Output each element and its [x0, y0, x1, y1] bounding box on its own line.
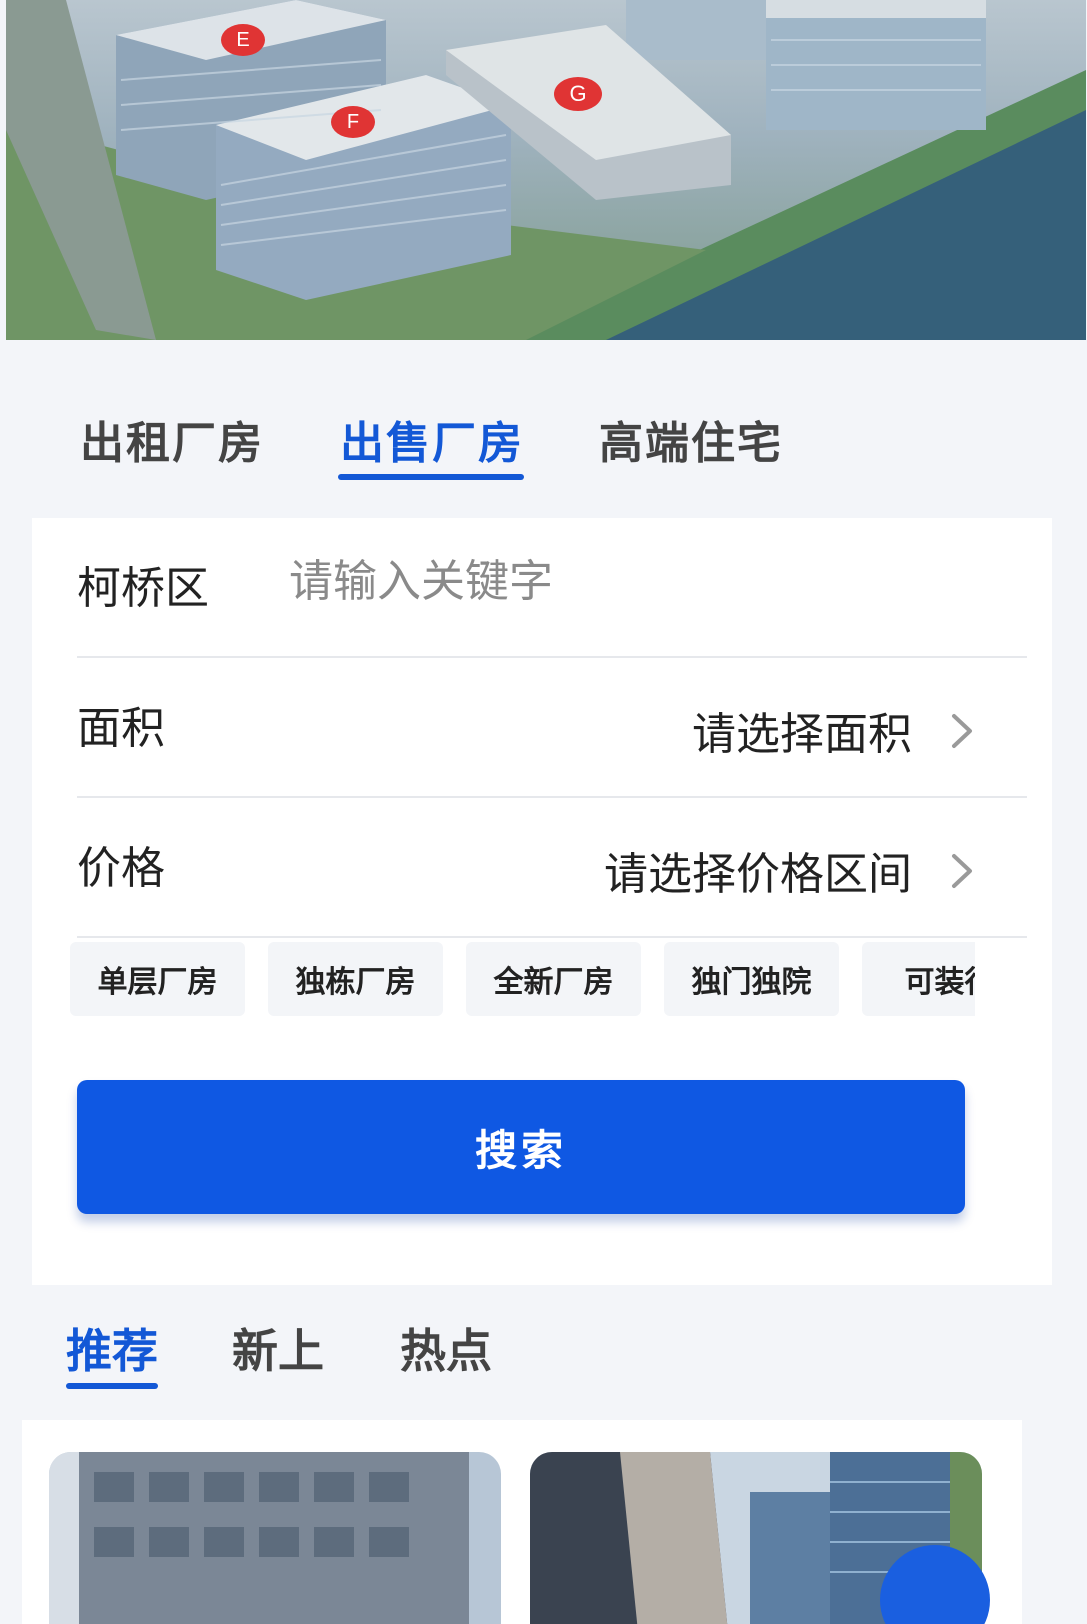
- tab-active-underline: [338, 474, 524, 480]
- district-selector[interactable]: 柯桥区: [77, 552, 209, 616]
- tab-luxury-residence[interactable]: 高端住宅: [599, 407, 783, 471]
- listing-tab-underline: [66, 1383, 158, 1389]
- listing-tabs: 推荐 新上 热点: [22, 1285, 1052, 1420]
- chip-standalone[interactable]: 独栋厂房: [268, 942, 443, 1016]
- map-marker-icon: G: [554, 77, 602, 111]
- filter-chips: 单层厂房 独栋厂房 全新厂房 独门独院 可装行: [70, 942, 975, 1022]
- search-form: 柯桥区 面积 请选择面积 价格 请选择价格区间 单层厂房 独栋厂房 全新厂房 独…: [32, 518, 1052, 1312]
- listing-card[interactable]: [49, 1452, 501, 1624]
- chip-single-floor[interactable]: 单层厂房: [70, 942, 245, 1016]
- area-row[interactable]: 面积 请选择面积: [77, 658, 1027, 798]
- tab-hot[interactable]: 热点: [400, 1315, 492, 1381]
- listing-grid: [22, 1420, 1022, 1624]
- keyword-input[interactable]: [289, 546, 1009, 616]
- marker-label: G: [569, 81, 587, 106]
- price-row[interactable]: 价格 请选择价格区间: [77, 798, 1027, 938]
- marker-label: E: [236, 28, 250, 51]
- chevron-right-icon: [942, 846, 982, 896]
- tab-rent-factory[interactable]: 出租厂房: [80, 407, 264, 471]
- price-label: 价格: [77, 843, 165, 894]
- map-marker-icon: F: [331, 106, 375, 138]
- tab-new[interactable]: 新上: [232, 1315, 324, 1381]
- chip-brand-new[interactable]: 全新厂房: [466, 942, 641, 1016]
- marker-label: F: [346, 110, 360, 133]
- search-button[interactable]: 搜索: [77, 1080, 965, 1214]
- chip-private-yard[interactable]: 独门独院: [664, 942, 839, 1016]
- chip-decoratable[interactable]: 可装行: [862, 942, 975, 1016]
- hero-banner[interactable]: E F G: [6, 0, 1086, 340]
- area-select-value[interactable]: 请选择面积: [692, 698, 912, 762]
- keyword-row: 柯桥区: [77, 518, 1027, 658]
- tab-recommended[interactable]: 推荐: [66, 1315, 158, 1381]
- map-marker-icon: E: [221, 24, 265, 56]
- category-tabs: 出租厂房 出售厂房 高端住宅: [22, 372, 1052, 522]
- listing-photo: [49, 1452, 501, 1624]
- search-panel: 出租厂房 出售厂房 高端住宅 柯桥区 面积 请选择面积 价格 请选择价格区间 单…: [22, 372, 1052, 1312]
- area-label: 面积: [77, 703, 165, 754]
- hero-illustration: [6, 0, 1086, 340]
- chevron-right-icon: [942, 706, 982, 756]
- price-select-value[interactable]: 请选择价格区间: [604, 838, 912, 902]
- tab-sale-factory[interactable]: 出售厂房: [340, 407, 524, 471]
